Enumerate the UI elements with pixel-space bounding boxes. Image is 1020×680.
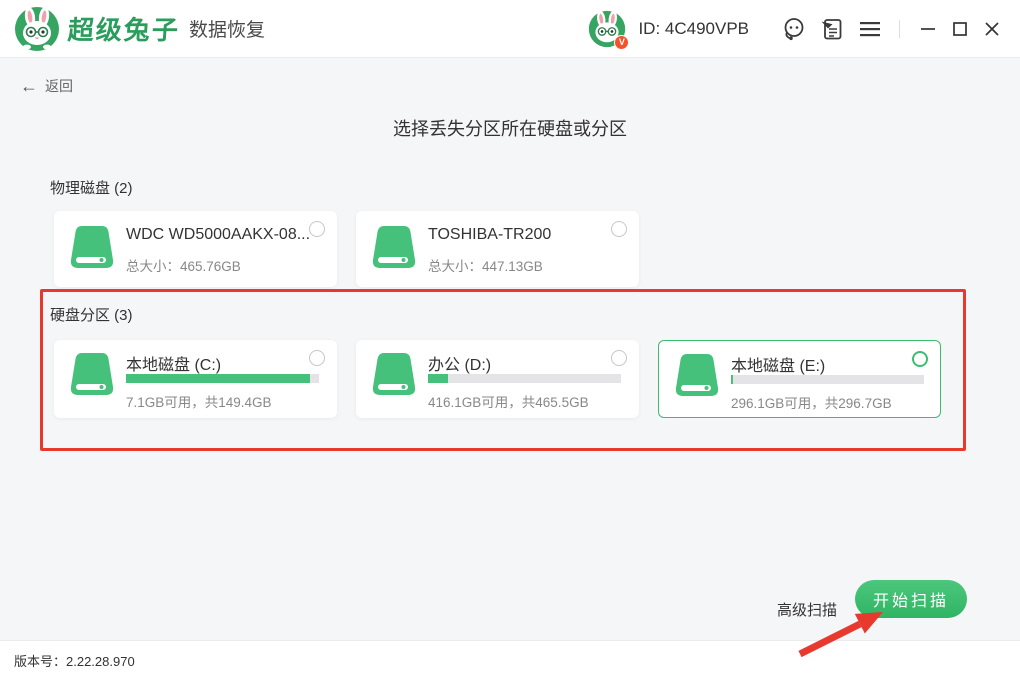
partition-card-d[interactable]: 办公 (D:) 416.1GB可用，共465.5GB	[356, 340, 639, 418]
radio-select[interactable]	[611, 221, 627, 237]
feedback-icon[interactable]	[817, 14, 847, 44]
titlebar-divider	[899, 20, 900, 38]
disk-name: TOSHIBA-TR200	[428, 226, 551, 244]
partition-usage: 7.1GB可用，共149.4GB	[126, 391, 272, 411]
minimize-button[interactable]	[914, 15, 942, 43]
disk-size: 总大小：447.13GB	[428, 255, 543, 275]
partition-card-e[interactable]: 本地磁盘 (E:) 296.1GB可用，共296.7GB	[658, 340, 941, 418]
radio-select[interactable]	[611, 350, 627, 366]
partition-name: 本地磁盘 (C:)	[126, 351, 221, 375]
partition-card-c[interactable]: 本地磁盘 (C:) 7.1GB可用，共149.4GB	[54, 340, 337, 418]
user-avatar[interactable]: V	[588, 10, 626, 48]
page-title: 选择丢失分区所在硬盘或分区	[0, 115, 1020, 141]
physical-disks-label: 物理磁盘 (2)	[50, 177, 133, 198]
app-window: 超级兔子 数据恢复 V ID: 4C490VP	[0, 0, 1020, 680]
footer: 版本号：2.22.28.970	[0, 640, 1020, 680]
disk-card-wdc[interactable]: WDC WD5000AAKX-08... 总大小：465.76GB	[54, 211, 337, 287]
usage-bar-fill	[428, 374, 448, 383]
usage-bar	[731, 375, 924, 384]
back-label: 返回	[45, 76, 73, 96]
usage-bar	[428, 374, 621, 383]
title-bar: 超级兔子 数据恢复 V ID: 4C490VP	[0, 0, 1020, 58]
advanced-scan-link[interactable]: 高级扫描	[777, 599, 837, 620]
radio-select[interactable]	[309, 221, 325, 237]
partition-name: 办公 (D:)	[428, 351, 491, 375]
radio-select[interactable]	[309, 350, 325, 366]
partition-name: 本地磁盘 (E:)	[731, 352, 825, 376]
disk-size: 总大小：465.76GB	[126, 255, 241, 275]
partition-usage: 416.1GB可用，共465.5GB	[428, 391, 589, 411]
radio-select[interactable]	[912, 351, 928, 367]
app-logo-rabbit-icon	[14, 6, 60, 52]
hard-drive-icon	[370, 225, 418, 269]
hard-drive-icon	[68, 225, 116, 269]
brand-name: 超级兔子	[67, 10, 182, 47]
product-name: 数据恢复	[189, 15, 265, 42]
back-arrow-icon: ←	[20, 77, 38, 95]
hard-drive-icon	[673, 353, 721, 397]
usage-bar-fill	[731, 375, 733, 384]
disk-card-toshiba[interactable]: TOSHIBA-TR200 总大小：447.13GB	[356, 211, 639, 287]
start-scan-button[interactable]: 开始扫描	[855, 580, 967, 618]
version-label: 版本号：2.22.28.970	[14, 651, 135, 670]
maximize-button[interactable]	[946, 15, 974, 43]
hard-drive-icon	[370, 352, 418, 396]
menu-icon[interactable]	[855, 14, 885, 44]
partitions-label: 硬盘分区 (3)	[50, 304, 133, 325]
back-button[interactable]: ← 返回	[20, 76, 73, 96]
disk-name: WDC WD5000AAKX-08...	[126, 226, 310, 244]
partition-usage: 296.1GB可用，共296.7GB	[731, 392, 892, 412]
user-id: ID: 4C490VPB	[638, 19, 749, 39]
hard-drive-icon	[68, 352, 116, 396]
close-button[interactable]	[978, 15, 1006, 43]
usage-bar-fill	[126, 374, 310, 383]
vip-badge: V	[614, 35, 629, 50]
usage-bar	[126, 374, 319, 383]
customer-service-icon[interactable]	[779, 14, 809, 44]
